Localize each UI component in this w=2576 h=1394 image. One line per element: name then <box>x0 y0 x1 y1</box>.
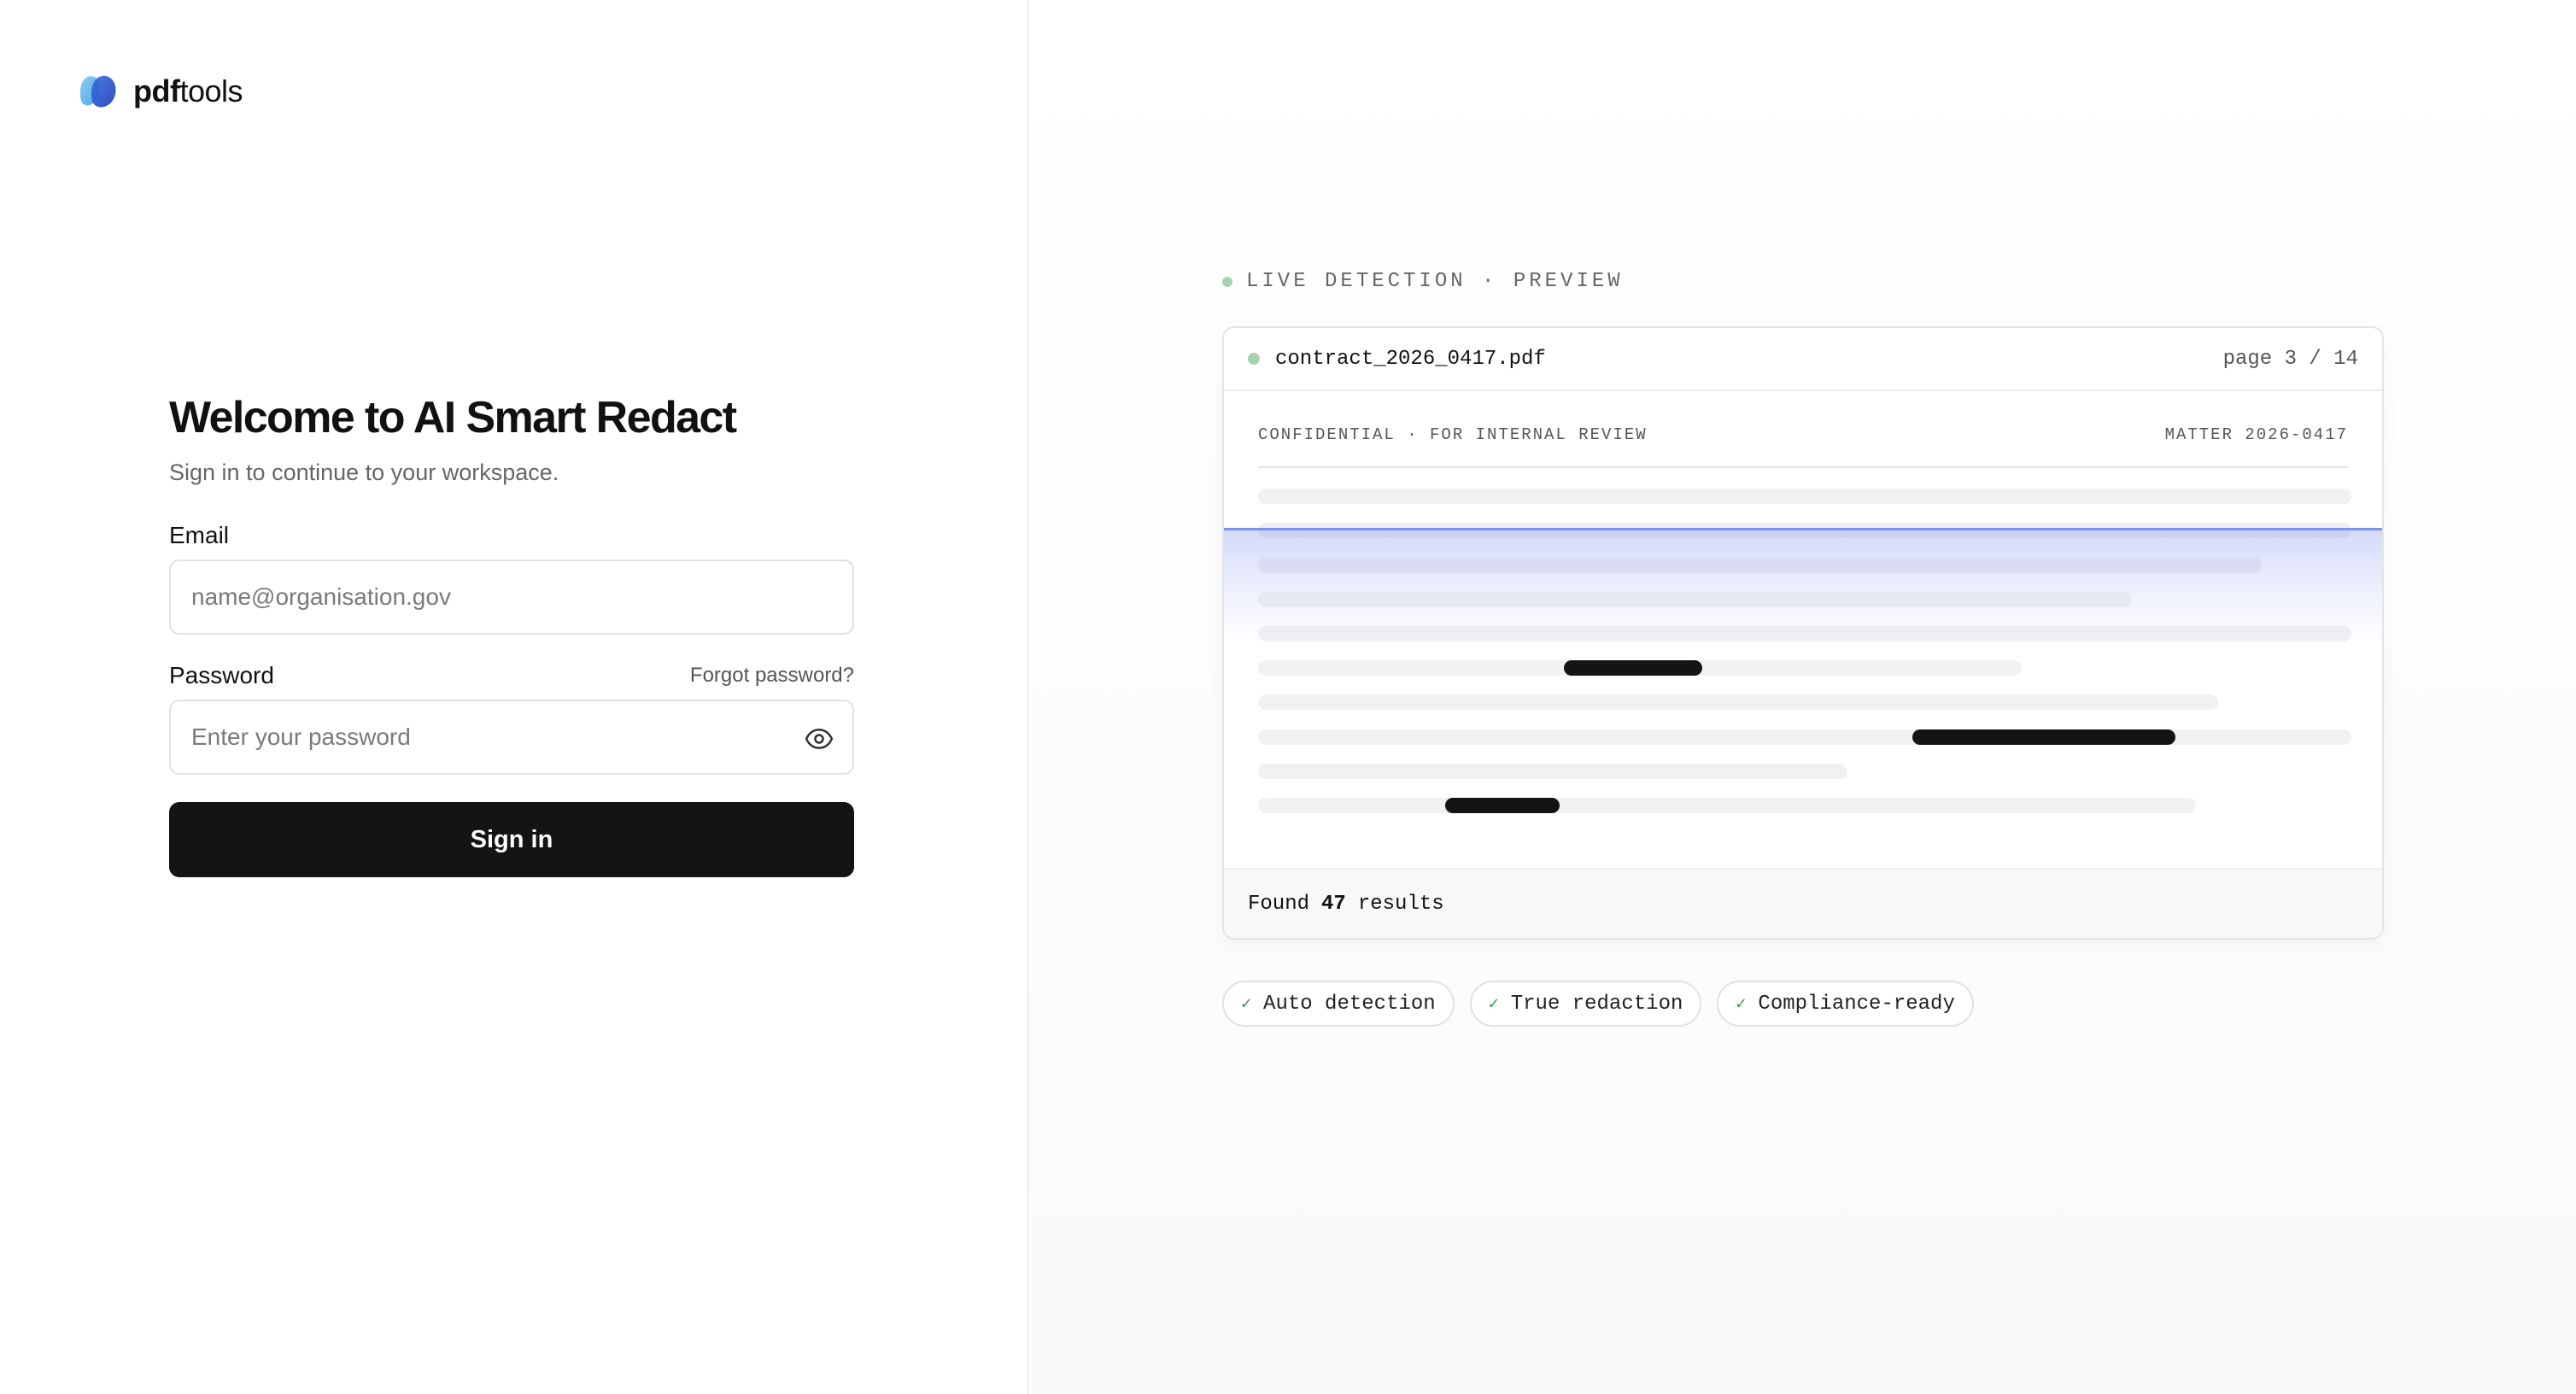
check-icon: ✓ <box>1241 995 1252 1015</box>
page-title: Welcome to AI Smart Redact <box>169 393 737 442</box>
password-field-wrapper <box>169 700 854 775</box>
email-label-row: Email <box>169 522 854 549</box>
sign-in-panel: pdftools Welcome to AI Smart Redact Sign… <box>0 0 1029 1394</box>
results-footer: Found 47 results <box>1224 868 2382 938</box>
email-field[interactable] <box>191 561 832 633</box>
results-prefix: Found <box>1248 892 1310 916</box>
live-status-dot <box>1222 276 1232 287</box>
password-label-row: Password Forgot password? <box>169 662 854 689</box>
email-label: Email <box>169 522 230 548</box>
password-field[interactable] <box>191 701 832 773</box>
pdftools-logo-icon <box>80 75 116 108</box>
scan-highlight <box>1224 528 2382 639</box>
feature-chip: ✓ True redaction <box>1469 981 1702 1027</box>
eye-icon[interactable] <box>805 724 834 753</box>
detection-preview-panel: LIVE DETECTION · PREVIEW contract_2026_0… <box>1031 0 2576 1394</box>
password-label: Password <box>169 662 274 688</box>
text-line <box>1258 798 2196 813</box>
brand: pdftools <box>77 72 243 111</box>
check-icon: ✓ <box>1736 995 1747 1015</box>
results-count: 47 <box>1321 892 1346 916</box>
preview-card-header: contract_2026_0417.pdf page 3 / 14 <box>1224 328 2382 391</box>
feature-chip-label: Auto detection <box>1263 992 1436 1016</box>
document-confidential-label: CONFIDENTIAL · FOR INTERNAL REVIEW <box>1258 425 1648 444</box>
document-page: CONFIDENTIAL · FOR INTERNAL REVIEW MATTE… <box>1224 391 2382 870</box>
sign-in-button[interactable]: Sign in <box>169 802 854 877</box>
results-suffix: results <box>1357 892 1444 916</box>
check-icon: ✓ <box>1488 995 1499 1015</box>
forgot-password-link[interactable]: Forgot password? <box>690 664 854 688</box>
brand-name: pdftools <box>133 73 243 108</box>
text-line <box>1258 694 2218 710</box>
feature-chip: ✓ Compliance-ready <box>1717 981 1974 1027</box>
text-line <box>1258 764 1847 779</box>
feature-chips: ✓ Auto detection ✓ True redaction ✓ Comp… <box>1222 981 1974 1027</box>
text-line <box>1258 729 2351 745</box>
text-line <box>1258 489 2351 504</box>
document-preview-card: contract_2026_0417.pdf page 3 / 14 CONFI… <box>1222 326 2384 940</box>
feature-chip: ✓ Auto detection <box>1222 981 1455 1027</box>
page-subtitle: Sign in to continue to your workspace. <box>169 460 559 485</box>
sign-in-form: Welcome to AI Smart Redact Sign in to co… <box>169 389 854 877</box>
email-field-wrapper <box>169 559 854 635</box>
redaction-mark <box>1564 660 1702 676</box>
feature-chip-label: True redaction <box>1510 992 1683 1016</box>
file-name: contract_2026_0417.pdf <box>1275 347 1546 371</box>
live-detection-text: LIVE DETECTION · PREVIEW <box>1246 270 1624 293</box>
live-detection-label: LIVE DETECTION · PREVIEW <box>1222 270 1624 293</box>
file-status-dot <box>1248 353 1260 365</box>
feature-chip-label: Compliance-ready <box>1758 992 1955 1016</box>
file-info: contract_2026_0417.pdf <box>1248 348 1546 371</box>
redaction-mark <box>1445 798 1560 813</box>
page-indicator: page 3 / 14 <box>2222 347 2358 371</box>
document-header: CONFIDENTIAL · FOR INTERNAL REVIEW MATTE… <box>1258 425 2348 468</box>
document-matter-label: MATTER 2026-0417 <box>2164 425 2348 444</box>
redaction-mark <box>1912 729 2175 745</box>
